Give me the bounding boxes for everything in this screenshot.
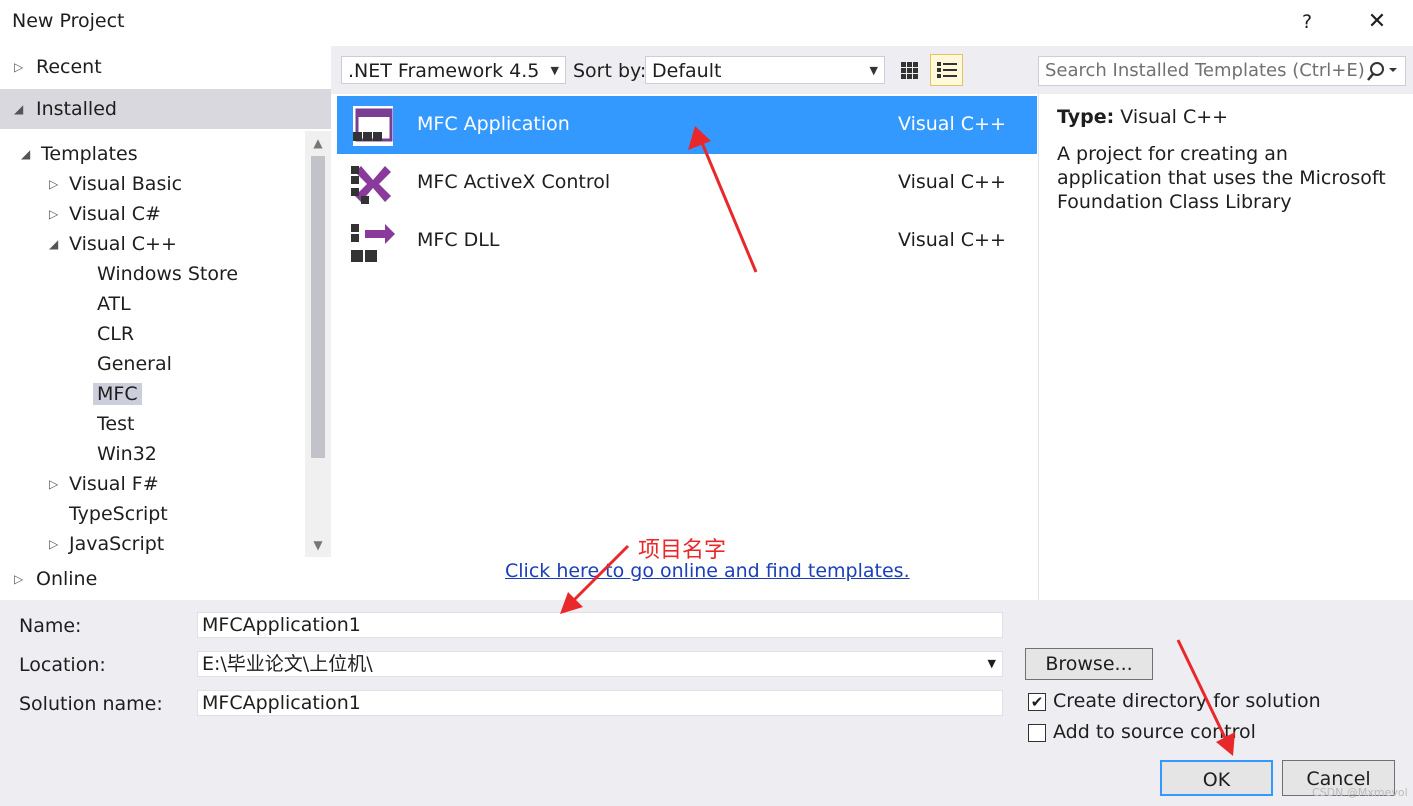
nav-recent-label: Recent — [36, 56, 102, 78]
template-name: MFC ActiveX Control — [417, 171, 611, 193]
tree-item-general[interactable]: General — [97, 349, 172, 379]
mfc-application-icon — [353, 106, 393, 146]
list-view-button[interactable] — [930, 54, 963, 86]
collapse-arrow-icon: ◢ — [49, 237, 59, 251]
help-button[interactable]: ? — [1292, 8, 1322, 36]
tree-item-label: CLR — [97, 323, 135, 345]
tree-item-atl[interactable]: ATL — [97, 289, 131, 319]
mfc-dll-icon — [351, 224, 395, 262]
tree-item-label: Visual F# — [69, 473, 159, 495]
tree-item-win32[interactable]: Win32 — [97, 439, 157, 469]
tree-item-clr[interactable]: CLR — [97, 319, 134, 349]
collapse-arrow-icon: ◢ — [14, 102, 24, 116]
sort-label: Sort by: — [573, 60, 647, 82]
template-language: Visual C++ — [898, 229, 1006, 251]
nav-online[interactable]: ▷ Online — [0, 559, 331, 599]
chevron-down-icon: ▼ — [869, 64, 878, 77]
ok-button[interactable]: OK — [1160, 760, 1273, 796]
tree-item-test[interactable]: Test — [97, 409, 134, 439]
expand-arrow-icon: ▷ — [49, 537, 59, 551]
browse-button[interactable]: Browse... — [1025, 648, 1153, 680]
expand-arrow-icon: ▷ — [49, 207, 59, 221]
add-source-control-checkbox[interactable] — [1028, 724, 1046, 742]
tree-item-label: Templates — [41, 143, 138, 165]
annotation-label: 项目名字 — [638, 538, 727, 563]
create-directory-label: Create directory for solution — [1053, 690, 1321, 712]
collapse-arrow-icon: ◢ — [21, 147, 31, 161]
template-tree: ◢ Templates ▷ Visual Basic ▷ Visual C# ◢ Vis… — [0, 131, 305, 557]
template-description: A project for creating an application th… — [1057, 143, 1386, 213]
scroll-thumb[interactable] — [311, 156, 325, 458]
location-label: Location: — [19, 654, 106, 676]
checkmark-icon: ✔ — [1030, 693, 1044, 711]
tree-item-mfc[interactable]: MFC — [93, 379, 142, 409]
tree-item-visual-csharp[interactable]: ▷ Visual C# — [49, 199, 161, 229]
small-icons-view-button[interactable] — [894, 55, 924, 85]
nav-recent[interactable]: ▷ Recent — [0, 47, 331, 87]
template-mfc-activex-control[interactable]: MFC ActiveX Control Visual C++ — [337, 154, 1037, 212]
nav-online-label: Online — [36, 568, 98, 590]
tree-item-label: ATL — [97, 293, 131, 315]
tree-item-visual-basic[interactable]: ▷ Visual Basic — [49, 169, 183, 199]
tree-item-templates[interactable]: ◢ Templates — [21, 139, 138, 169]
name-input[interactable]: MFCApplication1 — [197, 612, 1003, 638]
nav-installed-label: Installed — [36, 98, 117, 120]
tree-item-visual-fsharp[interactable]: ▷ Visual F# — [49, 469, 159, 499]
sort-select[interactable]: Default ▼ — [645, 56, 885, 84]
expand-arrow-icon: ▷ — [14, 60, 24, 74]
search-input[interactable]: Search Installed Templates (Ctrl+E) — [1038, 56, 1406, 86]
tree-item-label: Win32 — [97, 443, 157, 465]
tree-item-label-selected: MFC — [93, 383, 142, 405]
grid-view-icon — [901, 62, 918, 79]
type-label: Type: — [1057, 106, 1115, 128]
search-icon[interactable] — [1362, 58, 1402, 84]
template-mfc-application[interactable]: MFC Application Visual C++ — [337, 96, 1037, 154]
expand-arrow-icon: ▷ — [49, 477, 59, 491]
chevron-down-icon: ▼ — [550, 64, 559, 77]
template-name: MFC Application — [417, 113, 570, 135]
tree-item-typescript[interactable]: TypeScript — [69, 499, 168, 529]
nav-installed[interactable]: ◢ Installed — [0, 89, 331, 129]
create-directory-checkbox[interactable]: ✔ — [1028, 693, 1046, 711]
expand-arrow-icon: ▷ — [49, 177, 59, 191]
tree-item-label: Test — [97, 413, 135, 435]
template-name: MFC DLL — [417, 229, 500, 251]
template-mfc-dll[interactable]: MFC DLL Visual C++ — [337, 212, 1037, 270]
template-language: Visual C++ — [898, 113, 1006, 135]
sort-select-value: Default — [652, 60, 722, 82]
solution-name-input[interactable]: MFCApplication1 — [197, 690, 1003, 716]
tree-item-label: TypeScript — [69, 503, 168, 525]
expand-arrow-icon: ▷ — [14, 572, 24, 586]
solution-name-label: Solution name: — [19, 693, 163, 715]
window-title: New Project — [12, 10, 125, 32]
title-bar — [0, 0, 1413, 46]
framework-select-value: .NET Framework 4.5 — [348, 60, 540, 82]
add-source-control-label: Add to source control — [1053, 721, 1256, 743]
type-value: Visual C++ — [1120, 106, 1229, 128]
template-list: MFC Application Visual C++ MFC ActiveX C… — [337, 94, 1037, 600]
scroll-down-icon[interactable]: ▼ — [305, 533, 331, 557]
tree-item-label: Visual C# — [69, 203, 161, 225]
location-value: E:\毕业论文\上位机\ — [202, 653, 373, 675]
tree-item-label: Windows Store — [97, 263, 239, 285]
tree-item-label: Visual C++ — [69, 233, 177, 255]
tree-item-label: JavaScript — [69, 533, 165, 555]
close-button[interactable]: ✕ — [1360, 8, 1394, 36]
framework-select[interactable]: .NET Framework 4.5 ▼ — [341, 56, 566, 84]
name-label: Name: — [19, 615, 82, 637]
tree-item-visual-cpp[interactable]: ◢ Visual C++ — [49, 229, 177, 259]
template-language: Visual C++ — [898, 171, 1006, 193]
tree-item-label: General — [97, 353, 172, 375]
search-placeholder: Search Installed Templates (Ctrl+E) — [1045, 60, 1365, 81]
tree-item-label: Visual Basic — [69, 173, 183, 195]
scroll-up-icon[interactable]: ▲ — [305, 131, 331, 155]
location-combo[interactable]: E:\毕业论文\上位机\ ▼ — [197, 651, 1003, 677]
list-view-icon — [937, 62, 957, 78]
tree-item-windows-store[interactable]: Windows Store — [97, 259, 238, 289]
watermark: CSDN @Mxmevol — [1312, 786, 1408, 799]
type-line: Type: Visual C++ — [1057, 106, 1228, 128]
chevron-down-icon: ▼ — [987, 657, 996, 670]
mfc-activex-icon — [351, 166, 391, 204]
tree-item-javascript[interactable]: ▷ JavaScript — [49, 529, 165, 557]
